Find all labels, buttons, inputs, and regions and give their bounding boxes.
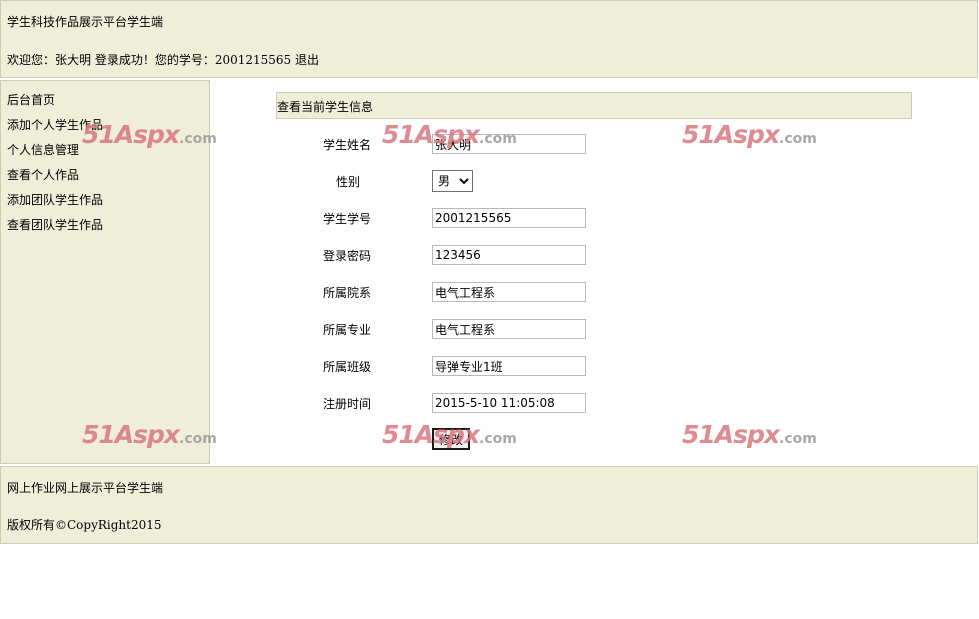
modify-button[interactable]: 修改	[432, 428, 470, 450]
site-title: 学生科技作品展示平台学生端	[7, 15, 164, 29]
gender-select[interactable]: 男	[432, 170, 473, 192]
watermark-suffix: .com	[779, 431, 817, 447]
register-time-field[interactable]	[432, 393, 586, 413]
name-field[interactable]	[432, 134, 586, 154]
watermark-main: 51Aspx	[682, 120, 780, 149]
department-field[interactable]	[432, 282, 586, 302]
gender-label: 性别	[336, 175, 361, 189]
section-title-bar: 查看当前学生信息	[276, 92, 912, 119]
page-header: 学生科技作品展示平台学生端 欢迎您：张大明 登录成功！您的学号：20012155…	[0, 0, 978, 78]
page-footer: 网上作业网上展示平台学生端 版权所有©CopyRight2015	[0, 466, 978, 544]
sidebar-item-add-team-work[interactable]: 添加团队学生作品	[7, 191, 103, 208]
sidebar-item-home[interactable]: 后台首页	[7, 91, 55, 108]
sidebar: 后台首页 添加个人学生作品 个人信息管理 查看个人作品 添加团队学生作品 查看团…	[0, 80, 210, 464]
class-label: 所属班级	[323, 360, 372, 374]
sidebar-item-view-team-work[interactable]: 查看团队学生作品	[7, 216, 103, 233]
sidebar-item-add-personal-work[interactable]: 添加个人学生作品	[7, 116, 103, 133]
watermark-suffix: .com	[479, 431, 517, 447]
student-id-label: 学生学号	[323, 212, 372, 226]
copyright-text: 版权所有©CopyRight2015	[7, 518, 162, 532]
password-field[interactable]	[432, 245, 586, 265]
welcome-message: 欢迎您：张大明 登录成功！您的学号：2001215565 退出	[7, 53, 319, 67]
watermark-suffix: .com	[779, 131, 817, 147]
footer-text: 网上作业网上展示平台学生端	[7, 481, 164, 495]
watermark-logo: 51Aspx.com	[682, 120, 817, 149]
section-title: 查看当前学生信息	[277, 100, 374, 114]
name-label: 学生姓名	[323, 138, 372, 152]
watermark-main: 51Aspx	[682, 420, 780, 449]
department-label: 所属院系	[323, 286, 372, 300]
password-label: 登录密码	[323, 249, 372, 263]
major-field[interactable]	[432, 319, 586, 339]
sidebar-item-view-personal-work[interactable]: 查看个人作品	[7, 166, 79, 183]
student-id-field[interactable]	[432, 208, 586, 228]
sidebar-item-personal-info[interactable]: 个人信息管理	[7, 141, 79, 158]
register-time-label: 注册时间	[323, 397, 372, 411]
watermark-logo: 51Aspx.com	[682, 420, 817, 449]
class-field[interactable]	[432, 356, 586, 376]
major-label: 所属专业	[323, 323, 372, 337]
